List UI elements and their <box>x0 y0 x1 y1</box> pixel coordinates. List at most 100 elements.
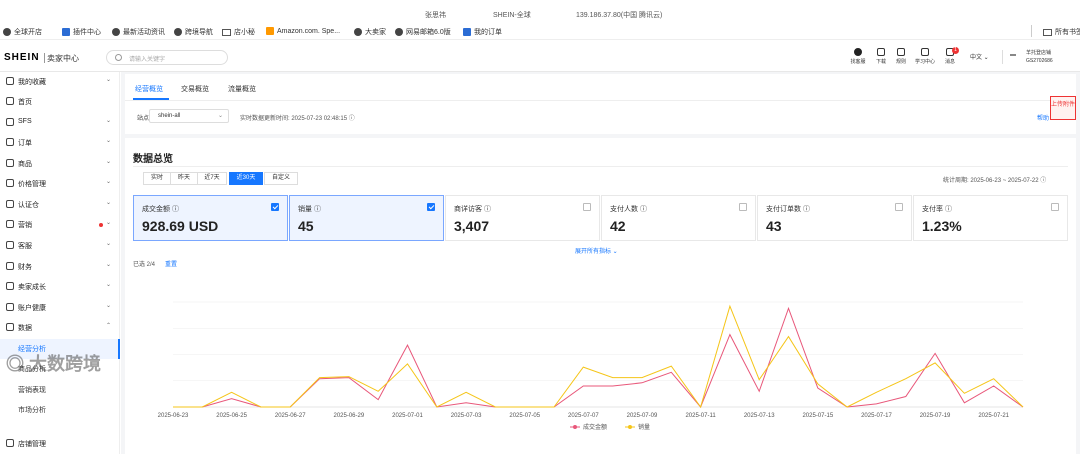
sidebar-item-data[interactable]: 数据 ⌃ <box>0 318 120 338</box>
x-tick-label: 2025-07-05 <box>509 413 540 419</box>
x-tick-label: 2025-07-15 <box>802 413 833 419</box>
search-icon <box>115 54 122 61</box>
chevron-down-icon: ⌄ <box>217 113 223 119</box>
header-divider <box>1002 50 1003 64</box>
sidebar-item-marketing[interactable]: 营销 ⌄ <box>0 215 120 235</box>
sidebar-item-certified-warehouse[interactable]: 认证仓 ⌄ <box>0 195 120 215</box>
home-icon <box>6 97 14 105</box>
messages-button[interactable]: 1 消息 <box>938 47 962 65</box>
sidebar-item-seller-growth[interactable]: 卖家成长 ⌄ <box>0 277 120 297</box>
sidebar-item-orders[interactable]: 订单 ⌄ <box>0 133 120 153</box>
globe-icon <box>112 28 120 36</box>
bookmark-8[interactable]: 我的订单 <box>463 27 502 37</box>
x-tick-label: 2025-06-23 <box>158 413 189 419</box>
plugin-icon <box>62 28 70 36</box>
document-icon <box>897 48 905 56</box>
sidebar-item-market-analysis[interactable]: 市场分析 <box>0 400 120 420</box>
x-tick-label: 2025-07-21 <box>978 413 1009 419</box>
legend-marker <box>628 425 632 429</box>
bookmark-0[interactable]: 全球开店 <box>3 27 42 37</box>
logo-divider <box>44 53 45 63</box>
sidebar-item-customer-service[interactable]: 客服 ⌄ <box>0 236 120 256</box>
help-link[interactable]: 帮助 <box>1037 113 1049 122</box>
bookmark-2[interactable]: 最新活动资讯 <box>112 27 165 37</box>
x-tick-label: 2025-07-11 <box>685 413 716 419</box>
star-icon <box>6 77 14 85</box>
warehouse-icon <box>6 200 14 208</box>
health-icon <box>6 303 14 311</box>
x-tick-label: 2025-07-03 <box>451 413 482 419</box>
globe-icon <box>174 28 182 36</box>
chat-icon <box>6 241 14 249</box>
sidebar-item-store-management[interactable]: 店铺管理 <box>0 434 120 454</box>
x-tick-label: 2025-06-25 <box>216 413 247 419</box>
download-icon <box>877 48 885 56</box>
trend-chart: 2025-06-23 2025-06-25 2025-06-27 2025-06-29… <box>158 301 1024 431</box>
all-bookmarks[interactable]: 所有书签 <box>1043 27 1080 37</box>
series-line-销量 <box>173 304 1024 409</box>
window-title-bar: 张思祎 SHEIN-全球 139.186.37.80(中国 腾讯云) <box>0 0 1080 20</box>
globe-icon <box>395 28 403 36</box>
x-tick-label: 2025-06-27 <box>275 413 306 419</box>
graduation-icon <box>921 48 929 56</box>
tab-divider <box>125 100 1076 101</box>
sidebar-item-home[interactable]: 首页 <box>0 92 120 112</box>
sidebar-item-account-health[interactable]: 账户健康 ⌄ <box>0 298 120 318</box>
bookmark-5[interactable]: Amazon.com. Spe... <box>266 27 340 35</box>
update-time: 实时数据更新时间: 2025-07-23 02:48:15 ⓘ <box>240 116 355 122</box>
x-tick-label: 2025-07-19 <box>920 413 951 419</box>
amazon-icon <box>266 27 274 35</box>
folder-icon <box>1043 28 1052 36</box>
growth-icon <box>6 282 14 290</box>
bookmark-1[interactable]: 插件中心 <box>62 27 101 37</box>
account-name: SHEIN-全球 <box>493 12 531 19</box>
seller-center-title: 卖家中心 <box>47 54 79 63</box>
rules-button[interactable]: 规则 <box>889 48 913 65</box>
avatar[interactable] <box>1010 54 1016 56</box>
app-header: SHEIN 卖家中心 请输入关键字 找客服 下载 规则 学习中心 1 消息 中文 … <box>0 44 1080 72</box>
user-name: 张思祎 <box>425 12 446 19</box>
bag-icon <box>6 159 14 167</box>
x-tick-label: 2025-07-13 <box>744 413 775 419</box>
sidebar-item-pricing[interactable]: 价格管理 ⌄ <box>0 174 120 194</box>
store-icon <box>6 439 14 447</box>
bookmark-6[interactable]: 大卖家 <box>354 27 386 37</box>
sidebar-item-finance[interactable]: 财务 ⌄ <box>0 257 120 277</box>
main-content: 经营概览 交易概览 流量概览 站点 shein-all ⌄ 实时数据更新时间: 2… <box>121 72 1080 454</box>
x-tick-label: 2025-07-07 <box>568 413 599 419</box>
price-icon <box>6 179 14 187</box>
upload-attachment-button[interactable]: 上传附件 <box>1050 96 1076 120</box>
bookmark-7[interactable]: 网易邮箱6.0版 <box>395 27 451 37</box>
tag-icon <box>6 220 14 228</box>
notification-dot <box>99 223 103 227</box>
sidebar: 我的收藏 ⌄ 首页 SFS ⌄ 订单 ⌄ 商品 ⌄ 价格管理 ⌄ 认证仓 ⌄ 营销 ⌄ 客服 ⌄… <box>0 72 120 454</box>
headset-icon <box>854 48 862 56</box>
bookmark-3[interactable]: 跨境导航 <box>174 27 213 37</box>
filter-panel: 经营概览 交易概览 流量概览 站点 shein-all ⌄ 实时数据更新时间: 2… <box>125 74 1076 134</box>
language-select[interactable]: 中文 ⌄ <box>970 52 989 61</box>
bookmark-4[interactable]: 店小秘 <box>222 27 255 37</box>
ip-address: 139.186.37.80(中国 腾讯云) <box>576 12 663 19</box>
site-select[interactable]: shein-all ⌄ <box>149 109 229 123</box>
sidebar-item-marketing-performance[interactable]: 营销表现 <box>0 380 120 400</box>
list-icon <box>6 118 14 126</box>
sidebar-item-sfs[interactable]: SFS ⌄ <box>0 113 120 133</box>
legend-label: 销量 <box>638 423 650 431</box>
globe-icon <box>354 28 362 36</box>
search-input[interactable]: 请输入关键字 <box>106 50 228 65</box>
chart-icon <box>6 323 14 331</box>
learning-center-button[interactable]: 学习中心 <box>913 48 937 65</box>
customer-service-button[interactable]: 找客服 <box>846 48 870 65</box>
x-tick-label: 2025-07-01 <box>392 413 423 419</box>
user-menu[interactable]: 羊托登店铺 GS2702686 <box>1026 49 1053 65</box>
house-icon <box>222 28 231 36</box>
tab-business-overview[interactable]: 经营概览 <box>135 84 163 94</box>
sidebar-item-products[interactable]: 商品 ⌄ <box>0 154 120 174</box>
sidebar-item-favorites[interactable]: 我的收藏 ⌄ <box>0 72 120 92</box>
x-tick-label: 2025-06-29 <box>334 413 365 419</box>
shein-logo[interactable]: SHEIN <box>4 52 40 63</box>
order-icon <box>6 138 14 146</box>
tab-transaction-overview[interactable]: 交易概览 <box>181 84 209 94</box>
globe-icon <box>3 28 11 36</box>
tab-traffic-overview[interactable]: 流量概览 <box>228 84 256 94</box>
